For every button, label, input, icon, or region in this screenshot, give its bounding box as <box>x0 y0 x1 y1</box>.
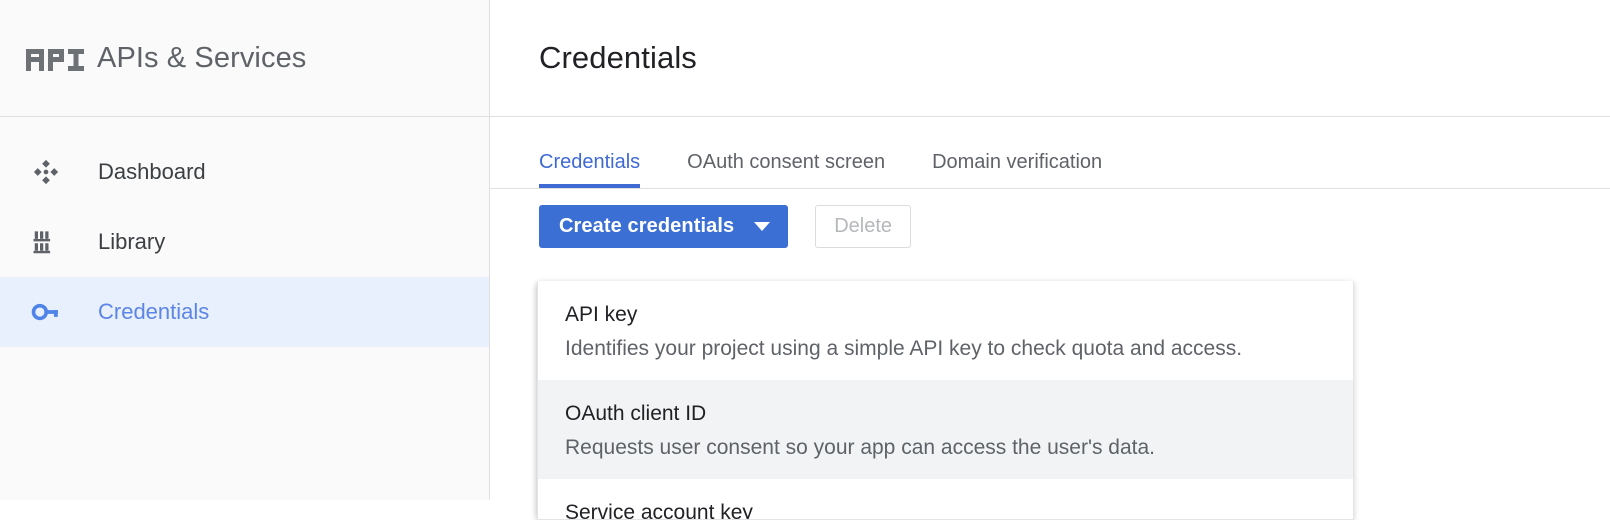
api-logo-icon <box>26 38 86 78</box>
key-icon <box>31 297 75 327</box>
menu-item-oauth-client-id[interactable]: OAuth client ID Requests user consent so… <box>538 380 1353 480</box>
menu-item-title: Service account key <box>565 501 753 520</box>
create-credentials-menu: API key Identifies your project using a … <box>537 281 1354 520</box>
tab-label: Domain verification <box>932 151 1103 173</box>
menu-item-description: Requests user consent so your app can ac… <box>565 436 1156 460</box>
brand-header: APIs & Services <box>0 0 489 117</box>
toolbar: Create credentials Delete <box>490 189 1610 248</box>
create-credentials-label: Create credentials <box>559 215 735 237</box>
create-credentials-button[interactable]: Create credentials <box>539 205 789 248</box>
tab-credentials[interactable]: Credentials <box>539 151 641 188</box>
delete-button[interactable]: Delete <box>815 205 912 248</box>
sidebar-nav: Dashboard Library Credentials <box>0 117 489 347</box>
sidebar-item-label: Dashboard <box>98 159 206 184</box>
tab-domain-verification[interactable]: Domain verification <box>932 151 1102 188</box>
menu-item-api-key[interactable]: API key Identifies your project using a … <box>538 281 1353 380</box>
tab-label: Credentials <box>539 151 641 173</box>
sidebar-item-dashboard[interactable]: Dashboard <box>0 137 489 207</box>
tab-oauth-consent-screen[interactable]: OAuth consent screen <box>687 151 885 188</box>
main-header: Credentials <box>490 0 1610 117</box>
brand-title: APIs & Services <box>97 41 307 74</box>
page-title: Credentials <box>539 40 697 75</box>
menu-item-description: Identifies your project using a simple A… <box>565 337 1243 361</box>
sidebar: APIs & Services Dashboard Library Creden… <box>0 0 490 500</box>
chevron-down-icon <box>754 222 771 231</box>
main-content: Credentials Credentials OAuth consent sc… <box>490 0 1610 520</box>
menu-item-service-account-key[interactable]: Service account key <box>538 479 1353 519</box>
sidebar-item-library[interactable]: Library <box>0 207 489 277</box>
sidebar-item-label: Credentials <box>98 299 210 324</box>
credentials-page: APIs & Services Dashboard Library Creden… <box>0 0 1610 520</box>
tab-label: OAuth consent screen <box>687 151 886 173</box>
library-icon <box>31 227 75 257</box>
dashboard-icon <box>31 157 75 187</box>
menu-item-title: API key <box>565 303 638 326</box>
sidebar-item-label: Library <box>98 229 166 254</box>
sidebar-item-credentials[interactable]: Credentials <box>0 277 489 347</box>
menu-item-title: OAuth client ID <box>565 402 707 426</box>
tab-bar: Credentials OAuth consent screen Domain … <box>490 117 1610 189</box>
